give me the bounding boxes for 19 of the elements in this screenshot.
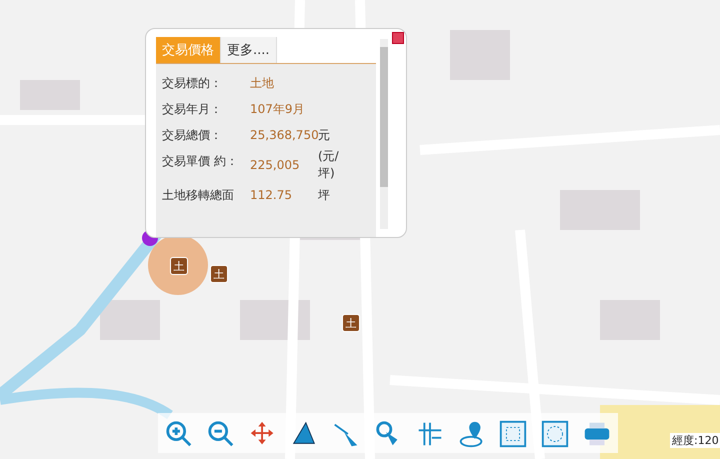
unit-label: (元/坪) — [318, 148, 340, 182]
land-marker[interactable]: 土 — [342, 314, 360, 332]
field-value: 225,005 — [250, 158, 301, 172]
field-label: 交易年月： — [162, 101, 223, 118]
field-value: 土地 — [250, 74, 275, 92]
unit-label: 元 — [318, 126, 331, 144]
field-value: 25,368,750 — [250, 128, 318, 142]
field-value: 112.75 — [250, 188, 293, 202]
land-marker[interactable]: 土 — [210, 265, 228, 283]
field-label: 交易標的： — [162, 75, 223, 92]
longitude-readout: 經度:120 — [670, 433, 720, 448]
field-value: 107年9月 — [250, 100, 306, 118]
field-label: 交易總價： — [162, 127, 223, 144]
popup-tab[interactable]: 更多.... — [221, 37, 277, 63]
scrollbar[interactable] — [380, 39, 388, 229]
field-label: 土地移轉總面 — [162, 187, 235, 204]
land-marker[interactable]: 土 — [170, 257, 188, 275]
unit-label: 坪 — [318, 186, 331, 204]
field-label: 交易單價 約： — [162, 153, 239, 170]
